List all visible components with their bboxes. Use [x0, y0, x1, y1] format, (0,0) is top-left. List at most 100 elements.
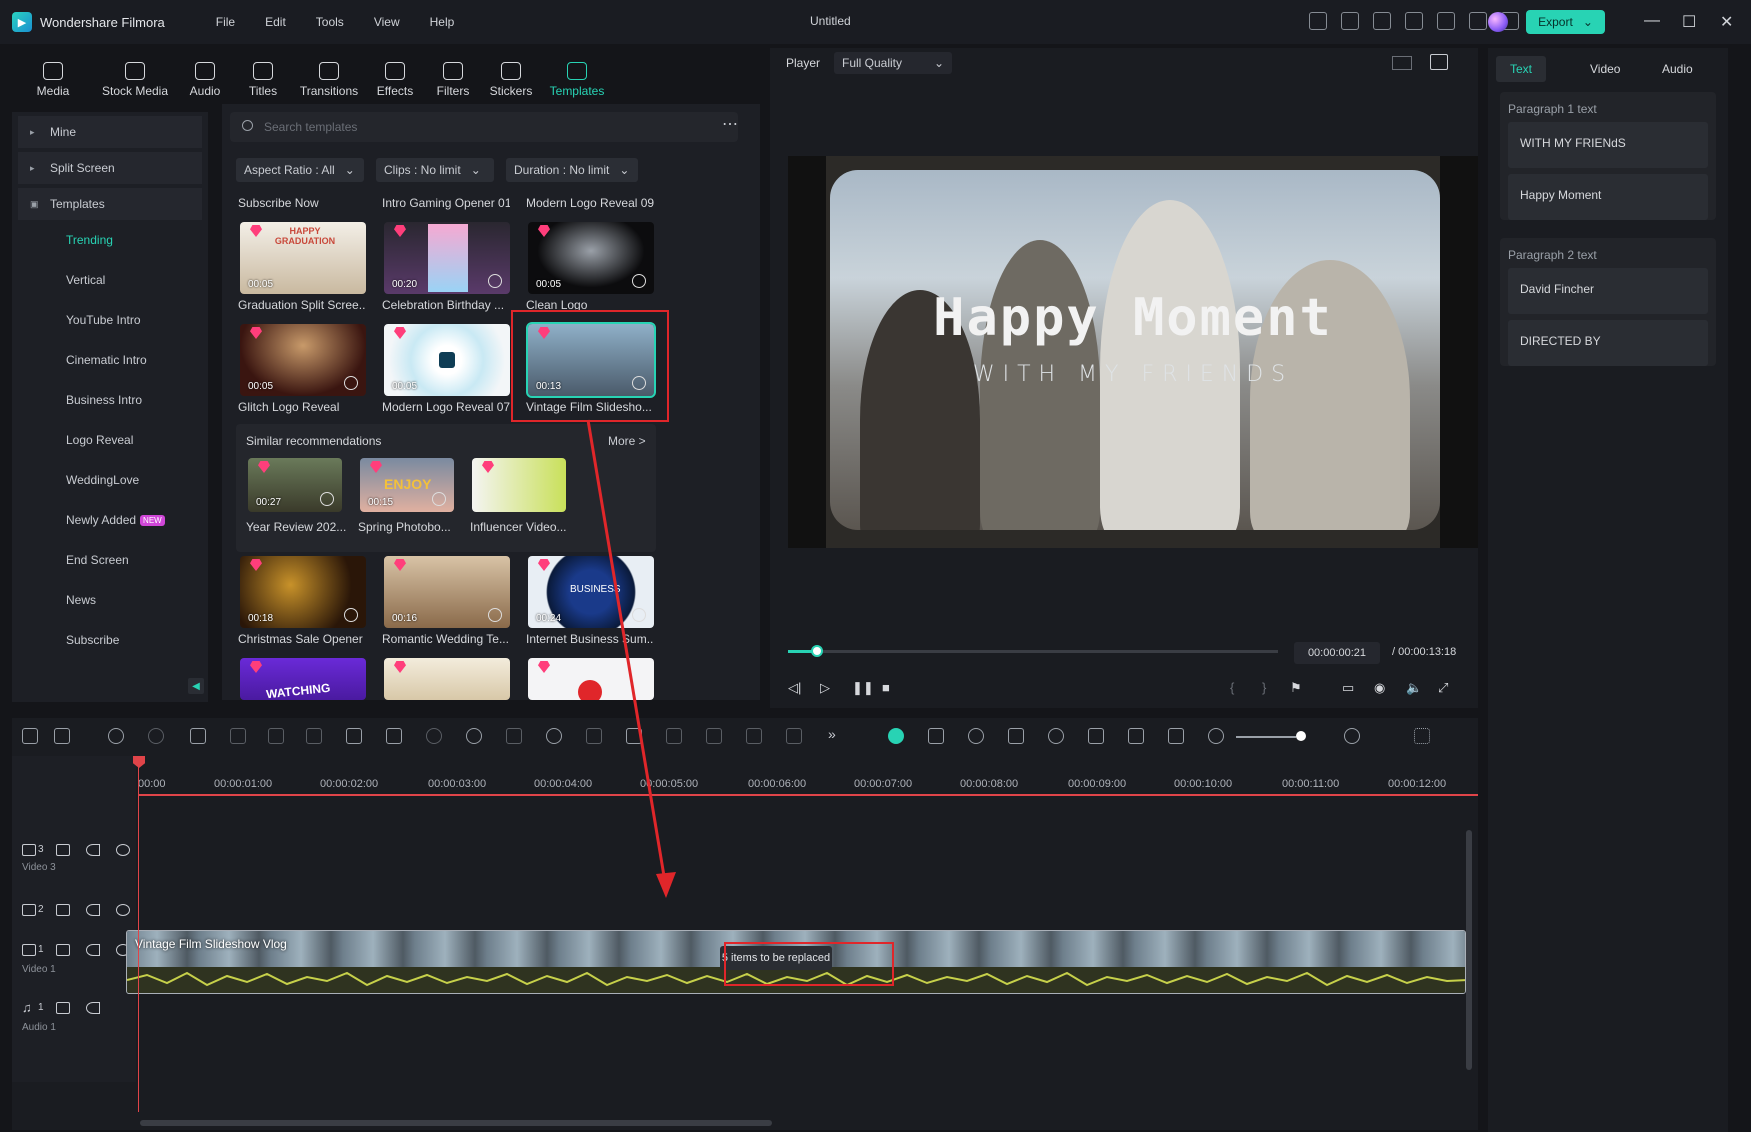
save-icon[interactable]: [1405, 12, 1423, 30]
send-icon[interactable]: [1309, 12, 1327, 30]
grid-view-icon[interactable]: [1392, 56, 1412, 70]
pause-icon[interactable]: ❚❚: [852, 680, 874, 696]
tab-text[interactable]: Text: [1496, 56, 1547, 82]
snapshot-image-icon[interactable]: [1430, 54, 1448, 70]
voiceover-icon[interactable]: [1088, 728, 1104, 744]
tab-audio[interactable]: Audio: [176, 48, 234, 104]
template-thumbnail[interactable]: 00:18: [240, 556, 366, 628]
template-thumbnail[interactable]: 00:16: [384, 556, 510, 628]
minimize-icon[interactable]: —: [1644, 12, 1660, 30]
timer-icon[interactable]: [546, 728, 562, 744]
mark-in-icon[interactable]: {: [1230, 680, 1246, 696]
download-icon[interactable]: [320, 492, 334, 506]
sidebar-item-subscribe[interactable]: Subscribe: [12, 620, 208, 660]
tab-audio[interactable]: Audio: [1648, 56, 1707, 82]
sidebar-item-vertical[interactable]: Vertical: [12, 260, 208, 300]
tab-stock-media[interactable]: Stock Media: [94, 48, 176, 104]
download-icon[interactable]: [488, 274, 502, 288]
tab-effects[interactable]: Effects: [366, 48, 424, 104]
template-thumbnail[interactable]: WATCHING: [240, 658, 366, 700]
audio-edit-icon[interactable]: [306, 728, 322, 744]
menu-file[interactable]: File: [201, 15, 250, 29]
download-icon[interactable]: [344, 608, 358, 622]
menu-view[interactable]: View: [359, 15, 415, 29]
mask-icon[interactable]: [626, 728, 642, 744]
render-icon[interactable]: [928, 728, 944, 744]
more-options-icon[interactable]: ⋯: [722, 114, 738, 134]
shape-icon[interactable]: [386, 728, 402, 744]
text-field[interactable]: Happy Moment: [1508, 174, 1708, 220]
lock-icon[interactable]: [56, 904, 70, 916]
text-field[interactable]: David Fincher: [1508, 268, 1708, 314]
speaker-icon[interactable]: [86, 944, 100, 956]
download-icon[interactable]: [344, 376, 358, 390]
playhead[interactable]: [138, 758, 139, 1112]
microphone-icon[interactable]: [1048, 728, 1064, 744]
sidebar-item-trending[interactable]: Trending: [12, 220, 208, 260]
screen-record-icon[interactable]: [1341, 12, 1359, 30]
fit-timeline-icon[interactable]: [1168, 728, 1184, 744]
menu-help[interactable]: Help: [415, 15, 470, 29]
crop-icon[interactable]: [268, 728, 284, 744]
scene-detect-icon[interactable]: [1128, 728, 1144, 744]
template-thumbnail[interactable]: [528, 658, 654, 700]
stabilize-icon[interactable]: [786, 728, 802, 744]
sidebar-item-split-screen[interactable]: ▸ Split Screen: [18, 152, 202, 184]
sidebar-item-youtube-intro[interactable]: YouTube Intro: [12, 300, 208, 340]
sidebar-item-cinematic-intro[interactable]: Cinematic Intro: [12, 340, 208, 380]
add-icon[interactable]: [488, 608, 502, 622]
sidebar-item-mine[interactable]: ▸ Mine: [18, 116, 202, 148]
similar-thumbnail[interactable]: ENJOY 00:15: [360, 458, 454, 512]
filter-aspect-ratio[interactable]: Aspect Ratio : All ⌄: [236, 158, 364, 182]
display-icon[interactable]: ▭: [1342, 680, 1358, 696]
speed-icon[interactable]: [426, 728, 442, 744]
time-ruler[interactable]: 00:00 00:00:01:00 00:00:02:00 00:00:03:0…: [138, 766, 1478, 796]
collapse-sidebar-button[interactable]: ◀: [188, 678, 204, 694]
lock-icon[interactable]: [56, 1002, 70, 1014]
close-icon[interactable]: ✕: [1720, 12, 1733, 32]
more-link[interactable]: More >: [608, 434, 646, 448]
sidebar-item-templates[interactable]: ▣ Templates: [18, 188, 202, 220]
text-field[interactable]: WITH MY FRIENdS: [1508, 122, 1708, 168]
text-field[interactable]: DIRECTED BY: [1508, 320, 1708, 366]
similar-thumbnail[interactable]: [472, 458, 566, 512]
tab-media[interactable]: Media: [12, 48, 94, 104]
track-view-icon[interactable]: [1414, 728, 1430, 744]
cut-icon[interactable]: [230, 728, 246, 744]
color-icon[interactable]: [466, 728, 482, 744]
sidebar-item-newly-added[interactable]: Newly Added NEW: [12, 500, 208, 540]
progress-knob[interactable]: [811, 645, 824, 657]
lock-icon[interactable]: [56, 944, 70, 956]
download-icon[interactable]: [432, 492, 446, 506]
fullscreen-icon[interactable]: ⤢: [1438, 680, 1454, 696]
more-tools-icon[interactable]: »: [828, 726, 836, 742]
sidebar-item-business-intro[interactable]: Business Intro: [12, 380, 208, 420]
tab-transitions[interactable]: Transitions: [292, 48, 366, 104]
layout-grid-icon[interactable]: [22, 728, 38, 744]
record-icon[interactable]: [968, 728, 984, 744]
similar-thumbnail[interactable]: 00:27: [248, 458, 342, 512]
text-icon[interactable]: [346, 728, 362, 744]
template-thumbnail[interactable]: HAPPY GRADUATION 00:05: [240, 222, 366, 294]
sidebar-item-news[interactable]: News: [12, 580, 208, 620]
headset-icon[interactable]: [1469, 12, 1487, 30]
undo-icon[interactable]: [108, 728, 124, 744]
current-timecode[interactable]: 00:00:00:21: [1294, 642, 1380, 664]
user-avatar[interactable]: [1488, 12, 1508, 32]
template-thumbnail[interactable]: [384, 658, 510, 700]
select-tool-icon[interactable]: [54, 728, 70, 744]
quality-select[interactable]: Full Quality ⌄: [834, 52, 952, 74]
search-input[interactable]: Search templates: [230, 112, 738, 142]
template-thumbnail[interactable]: BUSINESS 00:24: [528, 556, 654, 628]
eye-icon[interactable]: [116, 844, 130, 856]
zoom-slider-track[interactable]: [1236, 736, 1296, 738]
fit-icon[interactable]: [586, 728, 602, 744]
camera-icon[interactable]: ◉: [1374, 680, 1390, 696]
previous-frame-icon[interactable]: ◁|: [788, 680, 804, 696]
zoom-out-icon[interactable]: [1208, 728, 1224, 744]
template-thumbnail[interactable]: 00:05: [384, 324, 510, 396]
delete-icon[interactable]: [190, 728, 206, 744]
zoom-in-icon[interactable]: [1344, 728, 1360, 744]
lock-icon[interactable]: [56, 844, 70, 856]
download-icon[interactable]: [632, 274, 646, 288]
